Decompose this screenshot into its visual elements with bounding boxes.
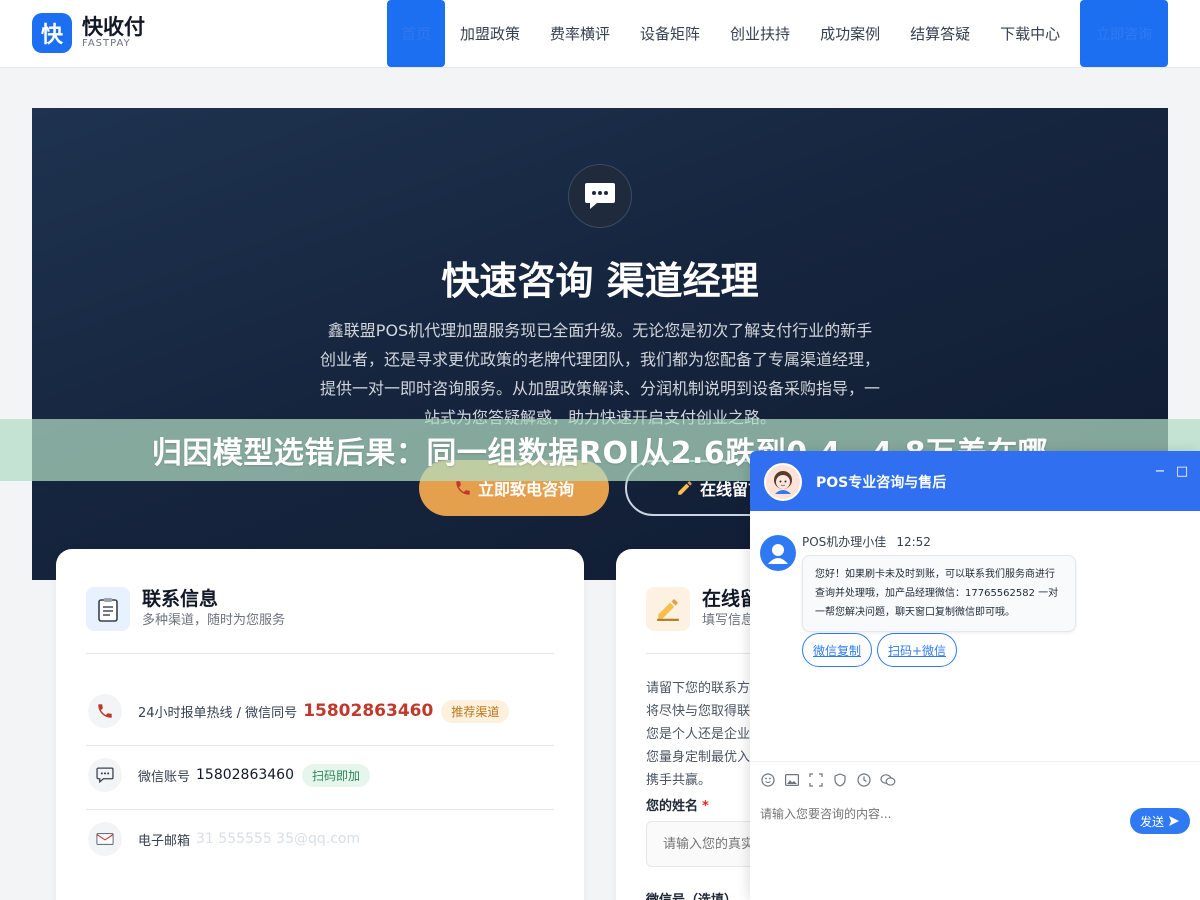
phone-icon (88, 694, 122, 728)
contact-info-card: 联系信息 多种渠道，随时为您服务 24小时报单热线 / 微信同号 1580286… (56, 549, 584, 900)
agent-name: POS机办理小佳 (802, 535, 887, 549)
nav-item-cases[interactable]: 成功案例 (805, 0, 895, 67)
hotline-number[interactable]: 15802863460 (303, 701, 433, 721)
minimize-icon[interactable]: − (1152, 463, 1168, 479)
recommended-badge: 推荐渠道 (441, 699, 510, 723)
chat-messages: POS机办理小佳 12:52 您好！如果刷卡未及时到账，可以联系我们服务商进行查询… (750, 511, 1200, 761)
nav-item-settlement[interactable]: 结算答疑 (895, 0, 985, 67)
copy-wechat-button[interactable]: 微信复制 (802, 633, 873, 667)
wechat-label: 微信账号 (138, 769, 191, 785)
nav-item-home[interactable]: 首页 (387, 0, 445, 67)
emoji-icon[interactable] (760, 772, 776, 788)
wechat-icon[interactable] (880, 772, 896, 788)
chat-widget: POS专业咨询与售后 − □ POS机办理小佳 12:52 您好！如果刷卡未及时到… (750, 451, 1200, 900)
chat-header: POS专业咨询与售后 − □ (750, 451, 1200, 511)
chat-title: POS专业咨询与售后 (816, 475, 947, 491)
contact-row-email: 电子邮箱 31 555555 35@qq.com (86, 807, 554, 871)
site-header: 快 快收付 FASTPAY 首页 加盟政策 费率横评 设备矩阵 创业扶持 成功案… (0, 0, 1200, 68)
logo-name: 快收付 (82, 15, 145, 39)
agent-message-bubble: 您好！如果刷卡未及时到账，可以联系我们服务商进行查询并处理哦，加产品经理微信：1… (802, 555, 1076, 632)
message-meta: POS机办理小佳 12:52 (802, 533, 931, 550)
wechat-account[interactable]: 15802863460 (196, 767, 294, 783)
send-icon (1169, 816, 1179, 826)
pencil-icon (678, 481, 692, 495)
history-icon[interactable] (856, 772, 872, 788)
required-mark: * (702, 799, 709, 814)
pencil-icon (646, 587, 690, 631)
chat-input[interactable] (760, 802, 1120, 826)
main-nav: 首页 加盟政策 费率横评 设备矩阵 创业扶持 成功案例 结算答疑 下载中心 (387, 0, 1075, 67)
email-address[interactable]: 31 555555 35@qq.com (196, 831, 360, 847)
nav-item-devices[interactable]: 设备矩阵 (625, 0, 715, 67)
contact-row-wechat: 微信账号 15802863460 扫码即加 (86, 743, 554, 807)
chat-bubble-icon (568, 164, 632, 228)
nav-item-rates[interactable]: 费率横评 (535, 0, 625, 67)
send-label: 发送 (1139, 814, 1164, 829)
phone-icon (456, 481, 470, 495)
hero-title: 快速咨询 渠道经理 (441, 259, 759, 303)
consult-now-button[interactable]: 立即咨询 (1080, 0, 1168, 67)
logo-sub: FASTPAY (82, 38, 131, 49)
chat-composer: 发送 (750, 761, 1200, 900)
contact-card-subtitle: 多种渠道，随时为您服务 (142, 613, 286, 628)
wechat-field-label: 微信号（选填） (646, 889, 737, 900)
scan-badge: 扫码即加 (302, 763, 371, 787)
hotline-label: 24小时报单热线 / 微信同号 (138, 705, 298, 721)
contact-row-hotline: 24小时报单热线 / 微信同号 15802863460 推荐渠道 (86, 679, 554, 743)
envelope-icon (88, 822, 122, 856)
name-field-label: 您的姓名 * (646, 799, 709, 814)
agent-avatar (760, 535, 796, 571)
rating-icon[interactable] (832, 772, 848, 788)
email-label: 电子邮箱 (138, 833, 191, 849)
maximize-icon[interactable]: □ (1174, 463, 1190, 479)
nav-item-downloads[interactable]: 下载中心 (985, 0, 1075, 67)
contact-card-title: 联系信息 (142, 588, 219, 610)
screenshot-icon[interactable] (808, 772, 824, 788)
service-avatar (764, 463, 802, 501)
image-icon[interactable] (784, 772, 800, 788)
hero-description: 鑫联盟POS机代理加盟服务现已全面升级。无论您是初次了解支付行业的新手创业者，还… (320, 321, 881, 427)
message-time: 12:52 (896, 535, 931, 549)
nav-item-policy[interactable]: 加盟政策 (445, 0, 535, 67)
send-button[interactable]: 发送 (1130, 808, 1190, 834)
clipboard-icon (86, 587, 130, 631)
chat-bubble-icon (88, 758, 122, 792)
scan-wechat-button[interactable]: 扫码+微信 (877, 633, 958, 667)
nav-item-support[interactable]: 创业扶持 (715, 0, 805, 67)
site-logo[interactable]: 快 快收付 FASTPAY (32, 13, 145, 53)
contact-divider (86, 653, 554, 654)
logo-mark: 快 (32, 13, 72, 53)
